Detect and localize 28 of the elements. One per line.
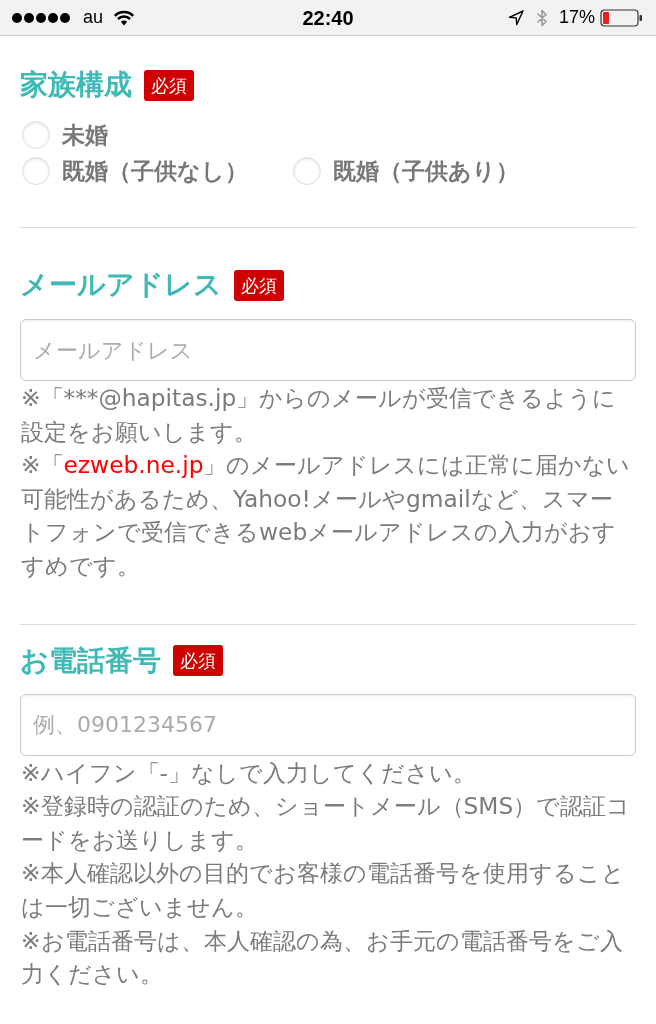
clock-time: 22:40	[302, 5, 354, 31]
note-text: ※「***@hapitas.jp」からのメールが受信できるように設定をお願いします。	[21, 383, 618, 447]
carrier-name: au	[83, 6, 104, 29]
section-title: お電話番号	[20, 644, 161, 677]
note-text: ※登録時の認証のため、ショートメール（SMS）で認証コードをお送りします。	[21, 791, 632, 855]
note-text: ※ハイフン「-」なしで入力してください。	[21, 757, 477, 788]
wifi-icon	[113, 9, 136, 26]
signal-icon	[12, 12, 70, 23]
input-field[interactable]: 例、0901234567	[20, 693, 636, 756]
battery-icon	[600, 8, 642, 27]
bluetooth-icon	[535, 7, 548, 28]
radio-button[interactable]	[293, 157, 321, 185]
radio-button[interactable]	[22, 157, 50, 185]
note-text: ※お電話番号は、本人確認の為、お手元の電話番号をご入力ください。	[21, 925, 624, 990]
note-text: ※本人確認以外の目的でお客様の電話番号を使用することは一切ございません。	[21, 858, 626, 922]
required-badge: 必須	[144, 69, 194, 101]
option-label[interactable]: 既婚（子供あり）	[333, 153, 519, 189]
battery-percentage: 17%	[558, 6, 595, 29]
section-title: メールアドレス	[20, 269, 222, 301]
required-badge: 必須	[173, 645, 223, 677]
option-label[interactable]: 未婚	[62, 117, 108, 153]
note-text: ※「ezweb.ne.jp」のメールアドレスには正常に届かない可能性があるため、Yahoo!メールやgmailなど、スマートフォンで受信できるwebメールアドレスの入力がおすすめです。	[21, 450, 632, 581]
input-field[interactable]: メールアドレス	[20, 319, 636, 381]
option-label[interactable]: 既婚（子供なし）	[62, 153, 248, 189]
location-arrow-icon	[507, 9, 524, 26]
required-badge: 必須	[234, 269, 284, 301]
radio-button[interactable]	[22, 121, 50, 149]
section-title: 家族構成	[20, 69, 132, 101]
